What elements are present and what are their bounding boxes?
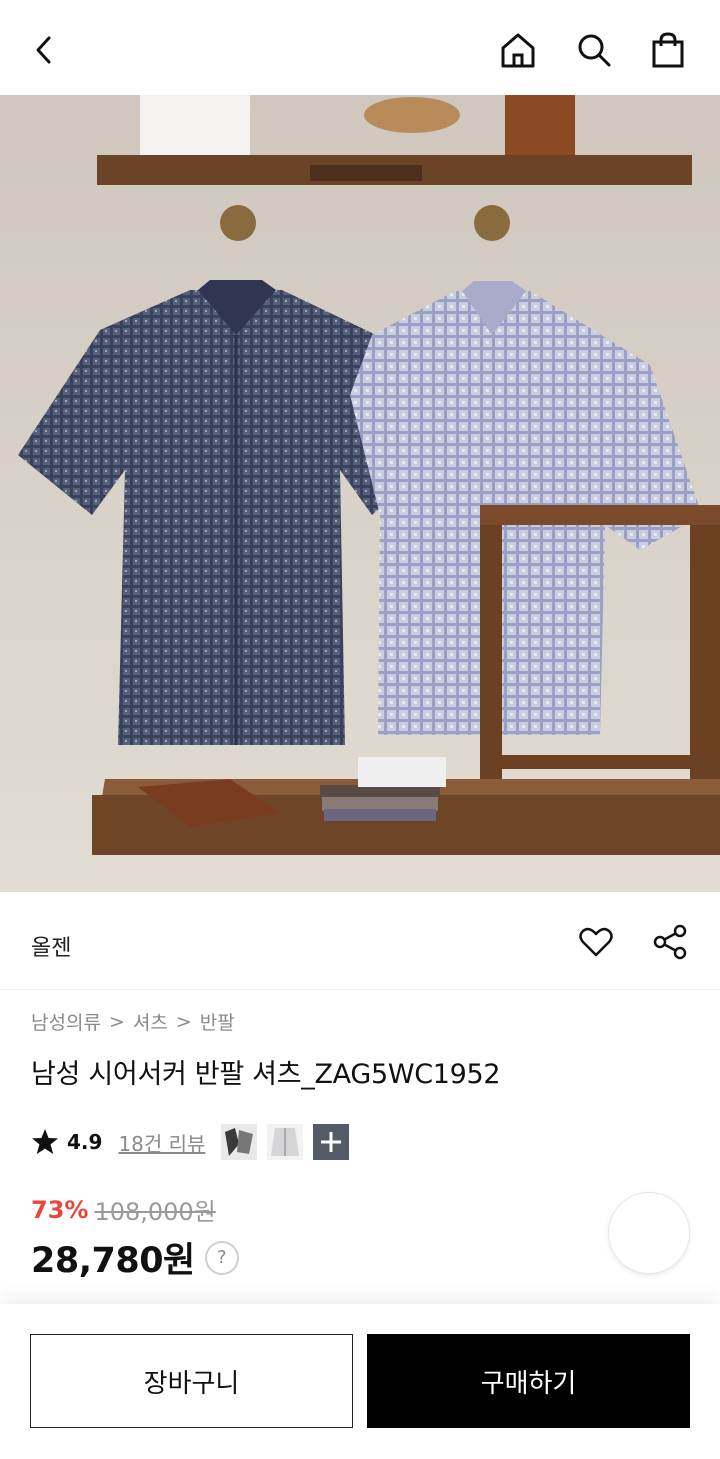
search-icon [578,34,611,67]
review-count-link[interactable]: 18건 리뷰 [118,1128,205,1157]
discount-row: 73% 108,000원 [31,1192,216,1227]
rating-value: 4.9 [67,1130,103,1154]
add-to-cart-button[interactable]: 장바구니 [30,1334,353,1428]
product-photo [0,95,720,892]
floating-action-button[interactable] [608,1192,690,1274]
review-photo-thumbnail[interactable] [221,1124,258,1160]
discount-rate: 73% [31,1195,89,1224]
more-photos-thumbnail[interactable] [313,1124,350,1160]
brand-name[interactable]: 올젠 [31,930,71,962]
star-icon [32,1129,58,1154]
product-image-carousel[interactable]: 1 / 4 [0,95,720,892]
review-photo-thumbnail[interactable] [267,1124,304,1160]
cart-button[interactable] [646,28,690,72]
product-title: 남성 시어서커 반팔 셔츠_ZAG5WC1952 [31,1059,501,1090]
sale-price: 28,780원 [31,1241,195,1281]
breadcrumb-item[interactable]: 셔츠 [133,1008,168,1035]
breadcrumb-item[interactable]: 반팔 [200,1008,235,1035]
breadcrumb-item[interactable]: 남성의류 [31,1008,101,1035]
wishlist-button[interactable] [576,922,616,962]
share-icon [653,924,687,960]
category-breadcrumb: 남성의류 > 셔츠 > 반팔 [31,1008,235,1035]
price-row: 28,780원 ? [31,1232,239,1283]
price-help-icon[interactable]: ? [204,1240,239,1275]
share-button[interactable] [650,922,690,962]
search-button[interactable] [572,28,616,72]
back-arrow-icon [36,36,51,64]
home-icon [501,33,535,68]
breadcrumb-separator: > [175,1010,192,1033]
shopping-bag-icon [652,32,684,68]
top-navigation-bar [0,0,720,95]
rating-row: 4.9 18건 리뷰 [31,1122,350,1162]
buy-now-button[interactable]: 구매하기 [367,1334,690,1428]
original-price: 108,000원 [94,1198,216,1226]
brand-row: 올젠 [0,892,720,990]
back-button[interactable] [22,28,66,72]
heart-icon [579,927,613,957]
home-button[interactable] [496,28,540,72]
bottom-action-bar: 장바구니 구매하기 [0,1304,720,1459]
breadcrumb-separator: > [108,1010,125,1033]
